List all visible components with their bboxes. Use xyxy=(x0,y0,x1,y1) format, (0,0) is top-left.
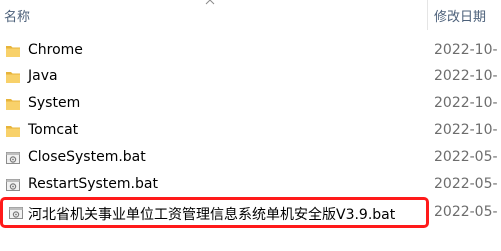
column-divider[interactable] xyxy=(427,0,428,30)
file-name: Chrome xyxy=(28,42,83,58)
list-item-system[interactable]: System 2022-10- xyxy=(0,91,501,117)
folder-icon xyxy=(6,72,20,83)
name-column-header[interactable]: 名称 xyxy=(4,6,30,25)
folder-icon xyxy=(6,126,20,137)
file-name: CloseSystem.bat xyxy=(28,149,146,165)
file-date: 2022-05- xyxy=(434,176,498,192)
file-date: 2022-05- xyxy=(434,204,498,220)
highlight-box xyxy=(0,197,429,228)
file-name: Java xyxy=(28,68,58,84)
column-header-bar: 名称 修改日期 xyxy=(0,0,501,30)
folder-icon xyxy=(6,46,20,57)
list-item-closesystem-bat[interactable]: CloseSystem.bat 2022-05- xyxy=(0,145,501,171)
batch-file-icon xyxy=(6,179,20,191)
date-column-header[interactable]: 修改日期 xyxy=(434,6,486,25)
file-date: 2022-10- xyxy=(434,95,498,111)
list-item-tomcat[interactable]: Tomcat 2022-10- xyxy=(0,118,501,144)
file-date: 2022-10- xyxy=(434,68,498,84)
file-date: 2022-05- xyxy=(434,149,498,165)
list-item-java[interactable]: Java 2022-10- xyxy=(0,64,501,90)
file-name: Tomcat xyxy=(28,122,79,138)
file-date: 2022-10- xyxy=(434,122,498,138)
folder-icon xyxy=(6,99,20,110)
file-date: 2022-10- xyxy=(434,42,498,58)
file-name: RestartSystem.bat xyxy=(28,176,158,192)
sort-ascending-icon[interactable] xyxy=(205,0,215,5)
file-name: System xyxy=(28,95,81,111)
list-item-chrome[interactable]: Chrome 2022-10- xyxy=(0,38,501,64)
batch-file-icon xyxy=(6,152,20,164)
list-item-restartsystem-bat[interactable]: RestartSystem.bat 2022-05- xyxy=(0,172,501,198)
